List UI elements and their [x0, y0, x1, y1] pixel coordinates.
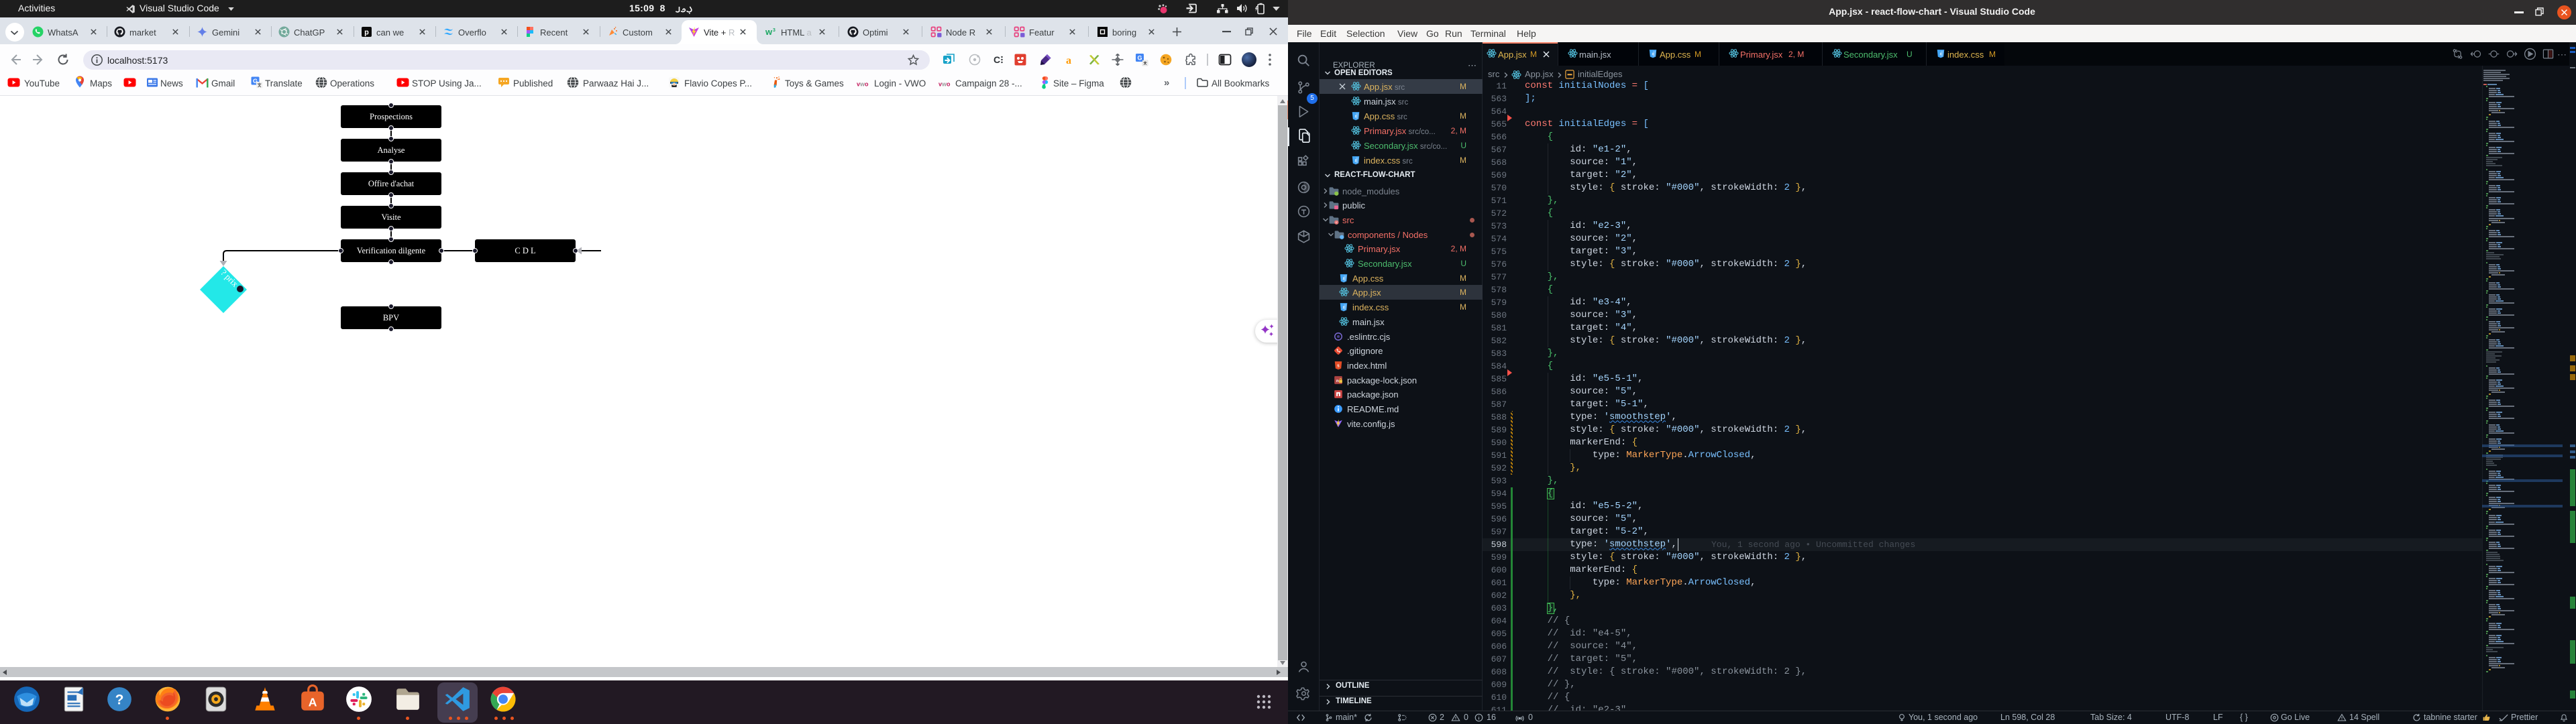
svg-text:#: #	[1343, 306, 1345, 310]
svg-text:#: #	[1355, 115, 1357, 119]
svg-text:n: n	[1336, 379, 1339, 383]
svg-text:#: #	[1940, 52, 1942, 56]
svg-text:#: #	[1652, 52, 1654, 56]
svg-text:#: #	[1343, 277, 1345, 281]
svg-text:<: <	[1336, 221, 1338, 225]
svg-text:#: #	[1355, 159, 1357, 163]
